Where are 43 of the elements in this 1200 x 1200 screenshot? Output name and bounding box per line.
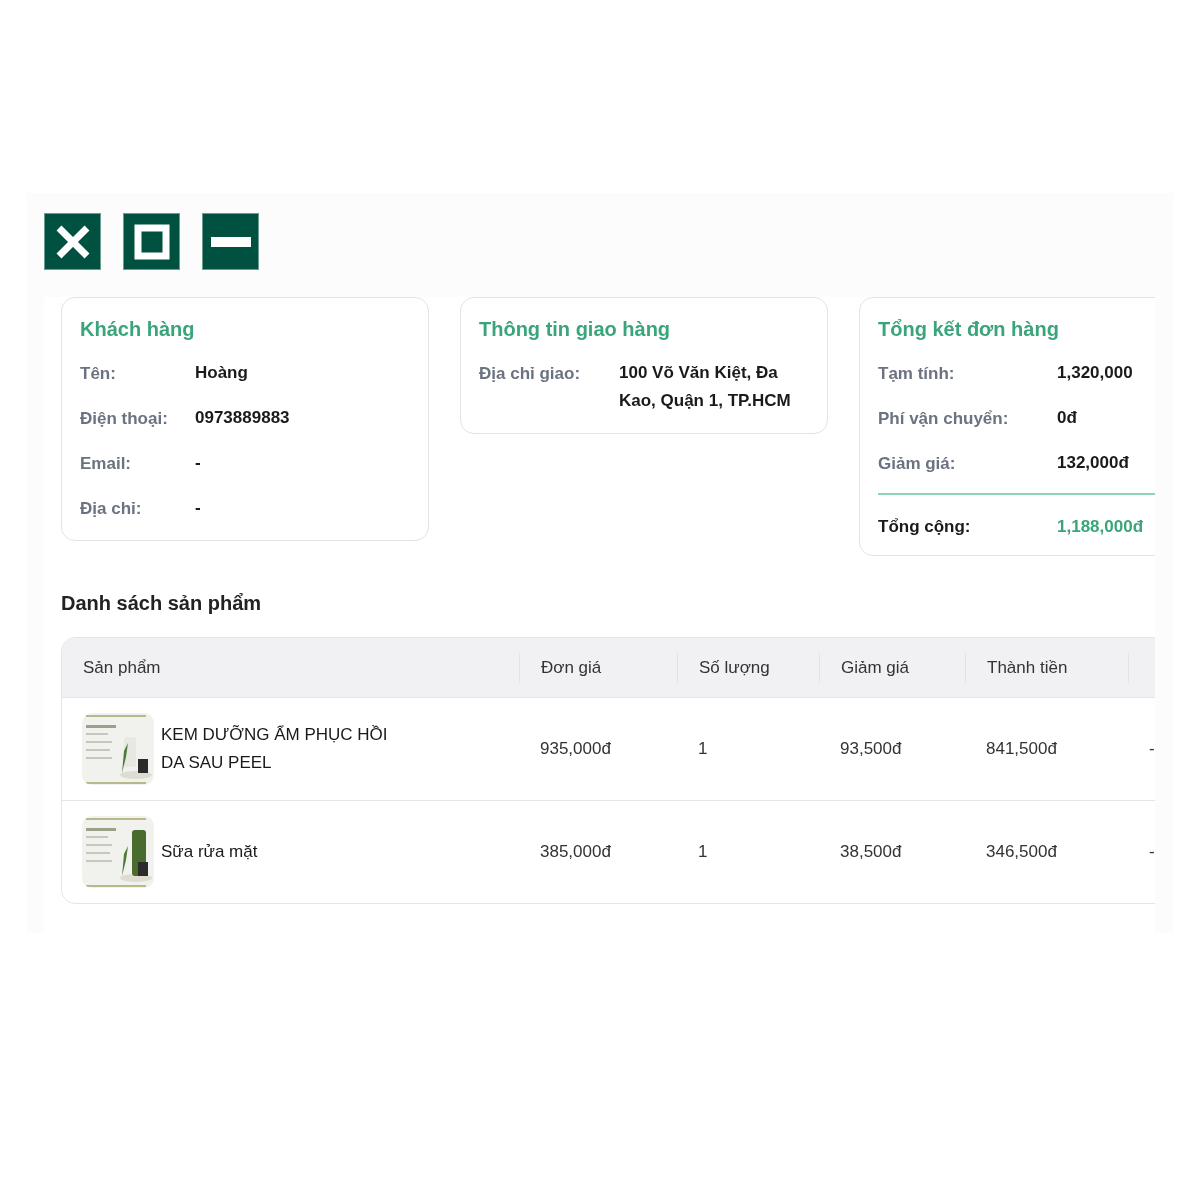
field-label: Giảm giá: (878, 453, 957, 475)
table-cell-text: 385,000đ (539, 842, 612, 862)
maximize-button[interactable] (123, 213, 180, 270)
field-label: Tạm tính: (878, 363, 956, 385)
table-cell-text: - (1148, 842, 1155, 862)
field-value: 0đ (1057, 407, 1078, 429)
field-label: Email: (80, 453, 133, 475)
field-value: - (195, 452, 202, 474)
field-value: 1,320,000 (1057, 362, 1134, 384)
table-cell-text: 935,000đ (539, 739, 612, 759)
card-title: Tổng kết đơn hàng (878, 318, 1060, 341)
field-value: 100 Võ Văn Kiệt, Đa Kao, Quận 1, TP.HCM (619, 362, 792, 412)
card-title: Thông tin giao hàng (479, 318, 672, 341)
field-value: 0973889883 (195, 407, 291, 429)
card-title: Khách hàng (80, 318, 196, 341)
table-cell-text: 93,500đ (839, 739, 903, 759)
field-value: - (195, 497, 202, 519)
field-label: Địa chỉ giao: (479, 363, 582, 385)
column-header: Thành tiền (965, 652, 1128, 683)
product-name: Sữa rửa mặt (161, 841, 259, 863)
minimize-button[interactable] (202, 213, 259, 270)
total-value: 1,188,000đ (1057, 517, 1144, 537)
field-value: 132,000đ (1057, 452, 1130, 474)
table-cell-text: 841,500đ (985, 739, 1058, 759)
product-name: KEM DƯỠNG ẨM PHỤC HỒI DA SAU PEEL (161, 724, 389, 774)
column-header: Giảm giá (819, 652, 965, 683)
table-cell-text: 1 (697, 739, 709, 759)
field-label: Địa chỉ: (80, 498, 143, 520)
field-value: Hoàng (195, 362, 249, 384)
table-cell-text: 1 (697, 842, 709, 862)
column-header: Số lượng (677, 652, 819, 683)
table-cell-text: 38,500đ (839, 842, 903, 862)
minimize-icon (210, 236, 251, 247)
section-title: Danh sách sản phẩm (61, 592, 263, 615)
total-label: Tổng cộng: (878, 517, 972, 537)
field-label: Phí vận chuyển: (878, 408, 1010, 430)
table-cell-text: - (1148, 739, 1155, 759)
table-cell-text: 346,500đ (985, 842, 1058, 862)
column-header: Đơn giá (519, 652, 677, 683)
column-header: Sản phẩm (82, 656, 162, 679)
close-button[interactable] (44, 213, 101, 270)
field-label: Tên: (80, 363, 117, 385)
field-label: Điện thoại: (80, 408, 169, 430)
